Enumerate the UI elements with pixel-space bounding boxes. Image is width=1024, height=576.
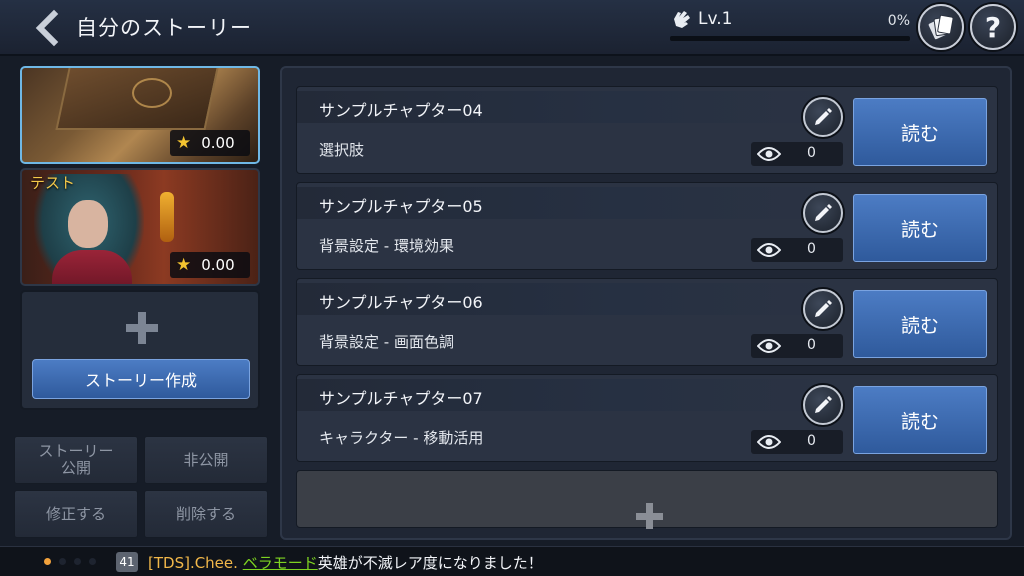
ticker-message: [TDS].Chee. ベラモード英雄が不滅レア度になりました！: [148, 552, 543, 573]
publish-story-button[interactable]: ストーリー 公開: [14, 436, 138, 484]
plus-icon: [126, 312, 158, 344]
character-face: [68, 200, 108, 248]
chapter-title: サンプルチャプター05: [319, 197, 483, 216]
pencil-icon: [815, 204, 832, 221]
edit-chapter-button[interactable]: [803, 289, 843, 329]
eye-icon: [757, 339, 781, 353]
edit-chapter-button[interactable]: [803, 193, 843, 233]
pencil-icon: [815, 300, 832, 317]
view-count-value: 0: [807, 241, 816, 257]
chapter-list-panel: サンプルチャプター04 選択肢 0 読む サンプルチャプター05 背景設定 - …: [280, 66, 1012, 540]
star-icon: ★: [176, 133, 192, 153]
story-rating: ★ 0.00: [170, 252, 250, 278]
ticker-text: 英雄が不滅レア度になりました！: [317, 554, 543, 572]
eye-icon: [757, 147, 781, 161]
rating-value: 0.00: [201, 256, 235, 274]
chapter-subtitle: 背景設定 - 環境効果: [319, 237, 454, 255]
make-private-button[interactable]: 非公開: [144, 436, 268, 484]
chapter-title: サンプルチャプター07: [319, 389, 483, 408]
view-count: 0: [751, 334, 843, 358]
delete-story-button[interactable]: 削除する: [144, 490, 268, 538]
chapter-subtitle: 背景設定 - 画面色調: [319, 333, 454, 351]
edit-story-button[interactable]: 修正する: [14, 490, 138, 538]
view-count: 0: [751, 142, 843, 166]
story-rating: ★ 0.00: [170, 130, 250, 156]
story-label: テスト: [30, 174, 76, 192]
edit-chapter-button[interactable]: [803, 385, 843, 425]
star-icon: ★: [176, 255, 192, 275]
chapter-title: サンプルチャプター04: [319, 101, 483, 120]
create-story-panel: ストーリー作成: [20, 290, 260, 410]
pencil-icon: [815, 108, 832, 125]
read-chapter-button[interactable]: 読む: [853, 290, 987, 358]
level-label: Lv.1: [698, 9, 733, 29]
back-button[interactable]: [28, 8, 68, 48]
page-title: 自分のストーリー: [76, 16, 252, 40]
cards-button[interactable]: [918, 4, 964, 50]
ticker-page-dot[interactable]: [59, 558, 66, 565]
create-story-button[interactable]: ストーリー作成: [32, 359, 250, 399]
plus-icon: [633, 503, 665, 535]
story-card-2[interactable]: テスト ★ 0.00: [20, 168, 260, 286]
view-count: 0: [751, 430, 843, 454]
level-progress-text: 0%: [887, 13, 910, 29]
read-chapter-button[interactable]: 読む: [853, 194, 987, 262]
chapter-subtitle: キャラクター - 移動活用: [319, 429, 484, 447]
eye-icon: [757, 243, 781, 257]
level-indicator: Lv.1 0%: [668, 6, 912, 46]
notification-ticker[interactable]: 41 [TDS].Chee. ベラモード英雄が不滅レア度になりました！: [0, 546, 1024, 576]
view-count: 0: [751, 238, 843, 262]
hand-icon: [674, 11, 690, 28]
ticker-user: [TDS].Chee.: [148, 554, 238, 572]
help-button[interactable]: ?: [970, 4, 1016, 50]
ticker-hero-link[interactable]: ベラモード: [243, 554, 318, 572]
add-chapter-button[interactable]: [296, 470, 998, 529]
chapter-row: サンプルチャプター05 背景設定 - 環境効果 0 読む: [296, 182, 998, 270]
question-icon: ?: [984, 10, 1002, 44]
view-count-value: 0: [807, 145, 816, 161]
ticker-badge: 41: [116, 552, 138, 572]
edit-chapter-button[interactable]: [803, 97, 843, 137]
read-chapter-button[interactable]: 読む: [853, 386, 987, 454]
chevron-left-icon: [35, 9, 59, 47]
ticker-page-dot[interactable]: [74, 558, 81, 565]
level-progress-bar: [670, 36, 910, 41]
cards-icon: [928, 14, 954, 40]
read-chapter-button[interactable]: 読む: [853, 98, 987, 166]
ticker-page-dot[interactable]: [44, 558, 51, 565]
lamp-decoration: [160, 192, 174, 242]
chapter-title: サンプルチャプター06: [319, 293, 483, 312]
eye-icon: [757, 435, 781, 449]
story-card-1[interactable]: ★ 0.00: [20, 66, 260, 164]
character-body: [52, 250, 132, 284]
top-bar: 自分のストーリー Lv.1 0% ?: [0, 0, 1024, 56]
pencil-icon: [815, 396, 832, 413]
chapter-row: サンプルチャプター06 背景設定 - 画面色調 0 読む: [296, 278, 998, 366]
ticker-page-dot[interactable]: [89, 558, 96, 565]
chapter-subtitle: 選択肢: [319, 141, 365, 159]
chapter-row: サンプルチャプター07 キャラクター - 移動活用 0 読む: [296, 374, 998, 462]
story-thumbnail-ornament: [132, 78, 172, 108]
view-count-value: 0: [807, 337, 816, 353]
ticker-page-dots: [44, 558, 96, 565]
chapter-row: サンプルチャプター04 選択肢 0 読む: [296, 86, 998, 174]
rating-value: 0.00: [201, 134, 235, 152]
view-count-value: 0: [807, 433, 816, 449]
